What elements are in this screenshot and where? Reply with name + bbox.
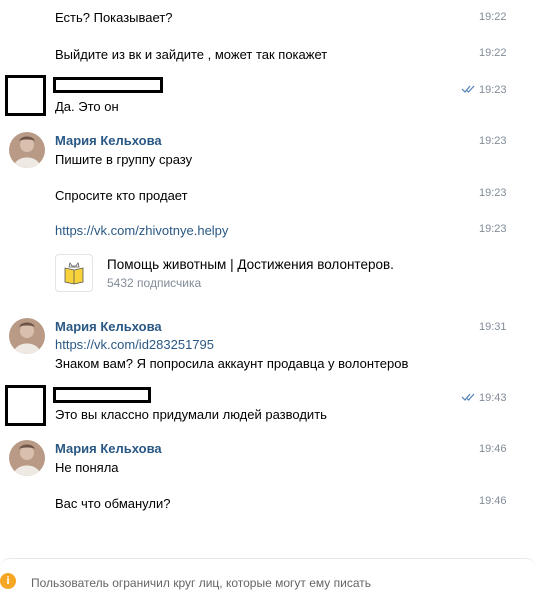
message-time[interactable]: 19:43 — [479, 392, 507, 404]
message-text: Это вы классно придумали людей разводить — [55, 407, 327, 422]
message-time[interactable]: 19:46 — [479, 443, 507, 455]
double-check-icon — [461, 85, 475, 93]
restricted-notice-bar: i Пользователь ограничил круг лиц, котор… — [0, 558, 536, 604]
redacted-author-name[interactable] — [53, 77, 163, 93]
message-text: Да. Это он — [55, 99, 119, 114]
message-text: Вас что обманули? — [55, 496, 171, 511]
group-name[interactable]: Помощь животным | Достижения волонтеров. — [107, 257, 394, 272]
redacted-avatar[interactable] — [5, 385, 46, 426]
group-book-icon[interactable] — [55, 254, 93, 292]
redacted-author-name[interactable] — [53, 387, 151, 403]
avatar[interactable] — [9, 318, 45, 354]
avatar[interactable] — [9, 440, 45, 476]
message-time[interactable]: 19:23 — [479, 135, 507, 147]
avatar[interactable] — [9, 132, 45, 168]
message-time[interactable]: 19:22 — [479, 47, 507, 59]
message-text: Спросите кто продает — [55, 188, 188, 203]
message-text: Выйдите из вк и зайдите , может так пока… — [55, 47, 328, 62]
message-link[interactable]: https://vk.com/id283251795 — [55, 337, 214, 352]
restricted-notice-text: Пользователь ограничил круг лиц, которые… — [31, 576, 371, 590]
message-author[interactable]: Мария Кельхова — [55, 441, 162, 456]
message-text: Пишите в группу сразу — [55, 152, 193, 167]
message-time[interactable]: 19:31 — [479, 321, 507, 333]
message-author[interactable]: Мария Кельхова — [55, 133, 162, 148]
info-icon: i — [0, 573, 16, 589]
message-time[interactable]: 19:23 — [479, 187, 507, 199]
message-author[interactable]: Мария Кельхова — [55, 319, 162, 334]
message-time[interactable]: 19:23 — [479, 223, 507, 235]
message-time[interactable]: 19:46 — [479, 495, 507, 507]
message-time[interactable]: 19:23 — [479, 84, 507, 96]
group-link-card[interactable]: Помощь животным | Достижения волонтеров.… — [55, 252, 475, 294]
group-subscribers: 5432 подписчика — [107, 276, 202, 290]
message-text: Не поняла — [55, 460, 119, 475]
message-text: Знаком вам? Я попросила аккаунт продавца… — [55, 356, 409, 371]
message-time[interactable]: 19:22 — [479, 11, 507, 23]
message-text: Есть? Показывает? — [55, 10, 173, 25]
message-link[interactable]: https://vk.com/zhivotnye.helpy — [55, 223, 228, 238]
double-check-icon — [461, 393, 475, 401]
redacted-avatar[interactable] — [5, 75, 46, 116]
